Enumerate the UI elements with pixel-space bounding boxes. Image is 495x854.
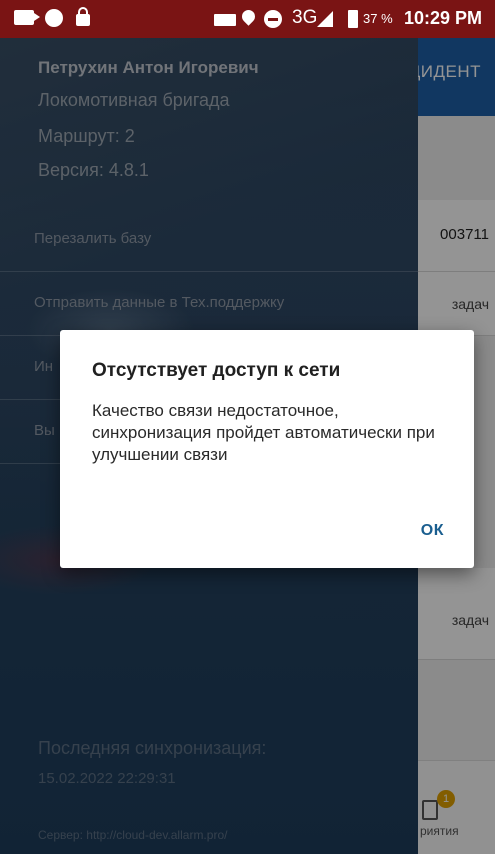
- battery-icon: [348, 10, 358, 28]
- signal-icon: [317, 11, 333, 27]
- keyboard-icon: [214, 14, 236, 26]
- record-icon: [45, 9, 63, 27]
- ok-button[interactable]: ОК: [421, 522, 444, 540]
- network-alert-dialog: Отсутствует доступ к сети Качество связи…: [60, 330, 474, 568]
- location-icon: [239, 7, 258, 26]
- dialog-message: Качество связи недостаточное, синхрониза…: [92, 401, 435, 464]
- network-type: 3G: [292, 7, 318, 28]
- clock: 10:29 PM: [404, 8, 483, 28]
- battery-percent: 37 %: [363, 11, 393, 26]
- dialog-title: Отсутствует доступ к сети: [92, 360, 341, 381]
- video-icon: [14, 10, 40, 25]
- do-not-disturb-icon: [264, 10, 282, 28]
- lock-icon: [76, 7, 90, 26]
- status-bar: 3G 37 % 10:29 PM: [0, 0, 495, 38]
